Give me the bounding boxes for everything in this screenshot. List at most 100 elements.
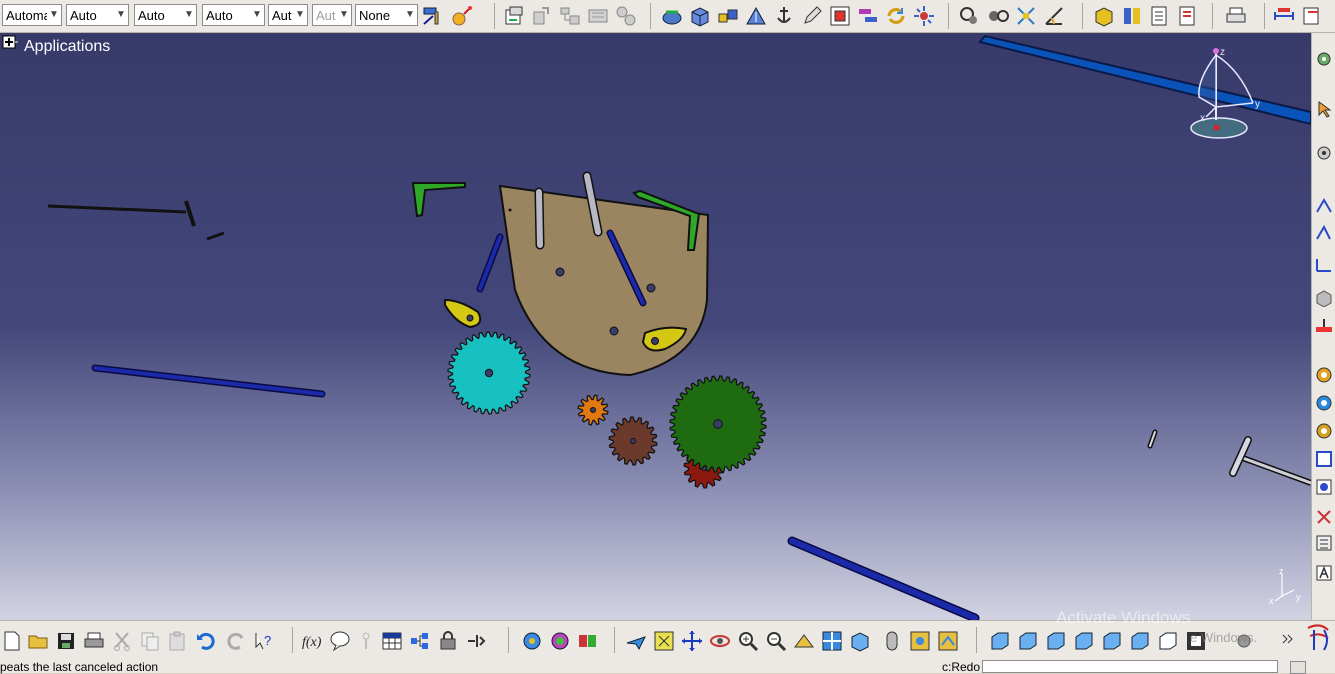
hierarchy-icon[interactable]	[1314, 315, 1334, 335]
graphic-property-rendering-combo[interactable]: Aut ▼	[312, 4, 352, 26]
bill-of-material-icon[interactable]	[1092, 4, 1116, 28]
design-table-icon[interactable]	[380, 629, 404, 653]
graphic-property-transparency-combo[interactable]: Auto ▼	[66, 4, 129, 26]
gear-settings-icon[interactable]	[1314, 421, 1334, 441]
clash-analysis-icon[interactable]	[828, 4, 852, 28]
manipulate-icon[interactable]	[744, 4, 768, 28]
print-icon[interactable]	[82, 629, 106, 653]
smart-move-icon[interactable]	[856, 4, 880, 28]
swap-visible-space-icon[interactable]	[936, 629, 960, 653]
whats-this-help-icon[interactable]: ?	[252, 629, 276, 653]
pencil-icon[interactable]	[800, 4, 824, 28]
fly-mode-icon[interactable]	[520, 629, 544, 653]
existing-component-icon[interactable]	[688, 4, 712, 28]
sectioning-icon[interactable]	[1148, 4, 1172, 28]
render-icon[interactable]	[548, 629, 572, 653]
small-pin[interactable]	[206, 231, 225, 241]
angle-constraint-icon[interactable]	[1042, 4, 1066, 28]
bottom-view-icon[interactable]	[1128, 629, 1152, 653]
isometric-view-icon[interactable]	[1156, 629, 1180, 653]
generate-numbering-icon[interactable]	[586, 4, 610, 28]
open-folder-icon[interactable]	[26, 629, 50, 653]
anchor-icon[interactable]	[772, 4, 796, 28]
graphic-property-line-type-combo[interactable]: Auto ▼	[202, 4, 265, 26]
right-view-icon[interactable]	[1072, 629, 1096, 653]
gear-multi-icon[interactable]	[1314, 365, 1334, 385]
chevron-down-icon[interactable]: ▼	[403, 5, 417, 25]
insert-product-icon[interactable]	[716, 4, 740, 28]
back-view-icon[interactable]	[1016, 629, 1040, 653]
paste-icon[interactable]	[166, 629, 190, 653]
cut-scissors-icon[interactable]	[110, 629, 134, 653]
zoom-out-icon[interactable]	[764, 629, 788, 653]
list-icon[interactable]	[1314, 533, 1334, 553]
front-view-icon[interactable]	[988, 629, 1012, 653]
new-document-icon[interactable]	[0, 629, 24, 653]
offset-constraint-icon[interactable]	[1014, 4, 1038, 28]
scissors-icon[interactable]	[1314, 507, 1334, 527]
gear-small-icon[interactable]	[1314, 143, 1334, 163]
gear-config-icon[interactable]	[1314, 393, 1334, 413]
reaction-icon[interactable]	[464, 629, 488, 653]
compass-widget[interactable]: z y x	[1185, 45, 1265, 145]
graphic-property-layer-combo[interactable]: None ▼	[355, 4, 418, 26]
shading-edges-icon[interactable]	[880, 629, 904, 653]
command-input[interactable]	[982, 660, 1278, 673]
rotate-icon[interactable]	[708, 629, 732, 653]
measure-item-icon[interactable]	[1300, 4, 1324, 28]
pattern-icon[interactable]	[1314, 477, 1334, 497]
measure-between-icon[interactable]	[1272, 4, 1296, 28]
explode-icon[interactable]	[912, 4, 936, 28]
key-icon[interactable]	[354, 629, 378, 653]
solid-part-icon[interactable]	[1314, 287, 1334, 307]
text-format-icon[interactable]	[1314, 563, 1334, 583]
graphic-properties-wizard-icon[interactable]	[450, 4, 474, 28]
base-plate[interactable]	[498, 184, 710, 377]
axis-line-icon[interactable]	[1314, 255, 1334, 275]
hide-show-icon[interactable]	[908, 629, 932, 653]
graphic-property-line-thickness-combo[interactable]: Auto ▼	[134, 4, 197, 26]
shading-icon[interactable]	[576, 629, 600, 653]
gear-icon[interactable]	[1314, 49, 1334, 69]
lock-icon[interactable]	[436, 629, 460, 653]
chevron-down-icon[interactable]: ▼	[114, 5, 128, 25]
chevron-down-icon[interactable]: ▼	[250, 5, 264, 25]
text-abc-icon[interactable]	[1314, 223, 1334, 243]
window-icon[interactable]	[1314, 449, 1334, 469]
vertex-icon[interactable]	[1314, 195, 1334, 215]
command-button[interactable]	[1290, 661, 1306, 674]
format-painter-icon[interactable]	[421, 4, 445, 28]
thin-shaft-left[interactable]	[47, 200, 196, 227]
green-link-left[interactable]	[411, 182, 466, 218]
fix-component-icon[interactable]	[660, 4, 684, 28]
graph-tree-reordering-icon[interactable]	[558, 4, 582, 28]
zoom-in-icon[interactable]	[736, 629, 760, 653]
multi-view-icon[interactable]	[820, 629, 844, 653]
spec-tree-root-label[interactable]: Applications	[24, 38, 110, 56]
replace-component-icon[interactable]	[530, 4, 554, 28]
fit-all-icon[interactable]	[652, 629, 676, 653]
edit-part-icon[interactable]	[502, 4, 526, 28]
select-arrow-icon[interactable]	[1314, 99, 1334, 119]
3d-viewport[interactable]: Applications z y x z x y	[0, 33, 1311, 620]
save-icon[interactable]	[54, 629, 78, 653]
coincidence-constraint-icon[interactable]	[958, 4, 982, 28]
top-view-icon[interactable]	[1100, 629, 1124, 653]
assembly-scene[interactable]	[0, 33, 1311, 620]
left-view-icon[interactable]	[1044, 629, 1068, 653]
formula-icon[interactable]: f(x)	[300, 629, 324, 653]
copy-icon[interactable]	[138, 629, 162, 653]
yellow-link-left[interactable]	[444, 298, 482, 329]
graphic-property-color-combo[interactable]: Automa ▼	[2, 4, 62, 26]
chevron-down-icon[interactable]: ▼	[337, 5, 351, 25]
comment-icon[interactable]	[328, 629, 352, 653]
chevron-down-icon[interactable]: ▼	[47, 5, 61, 25]
multi-instantiation-icon[interactable]	[614, 4, 638, 28]
chevron-down-icon[interactable]: ▼	[182, 5, 196, 25]
chevron-down-icon[interactable]: ▼	[293, 5, 307, 25]
graphic-property-point-type-combo[interactable]: Aut ▼	[268, 4, 308, 26]
toolbar-overflow-chevron-icon[interactable]	[1276, 629, 1293, 653]
redo-icon[interactable]	[224, 629, 248, 653]
undo-icon[interactable]	[194, 629, 218, 653]
catalog-browser-icon[interactable]	[1120, 4, 1144, 28]
